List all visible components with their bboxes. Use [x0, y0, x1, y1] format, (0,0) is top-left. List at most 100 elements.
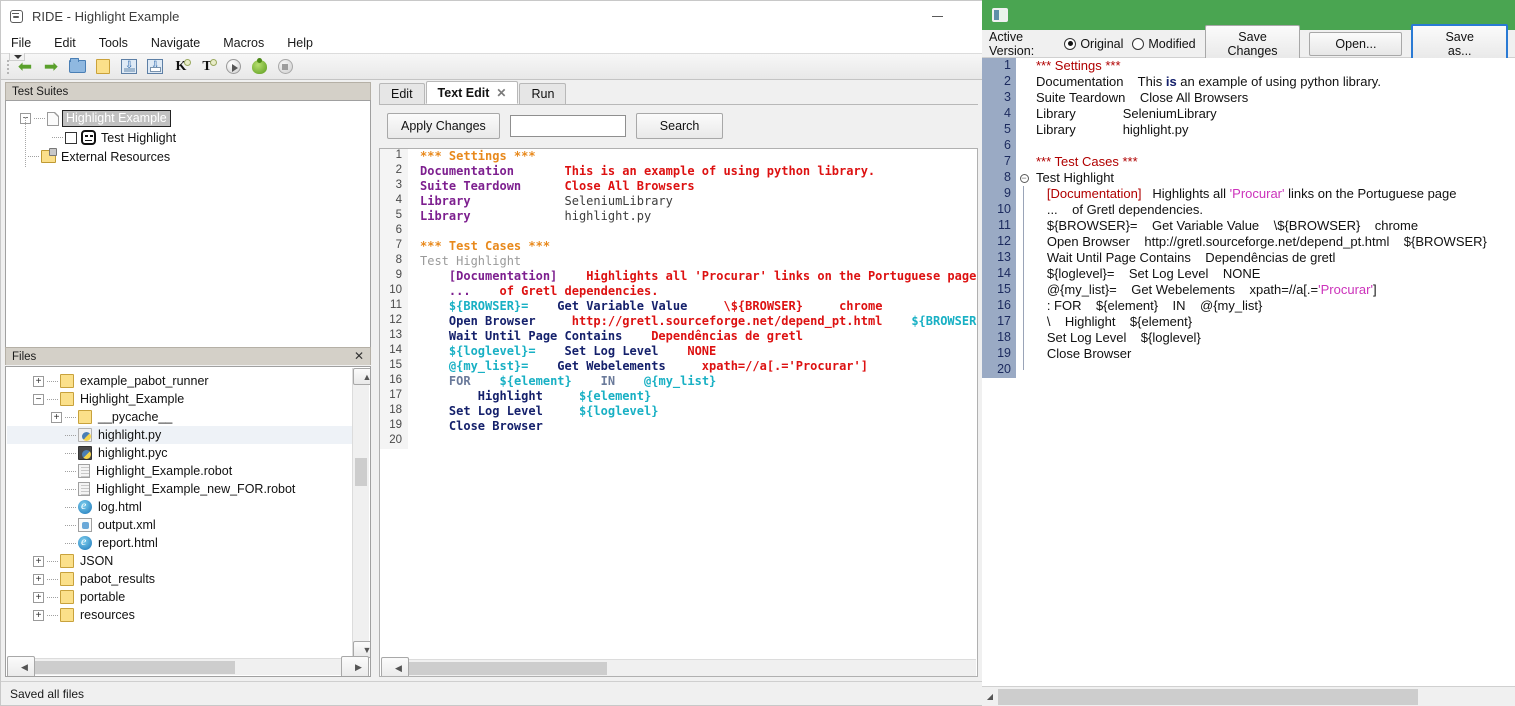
code-line[interactable]: 14 ${loglevel}= Set Log Level NONE: [380, 344, 977, 359]
horizontal-scroll-thumb[interactable]: [409, 662, 607, 675]
text-editor[interactable]: 1*** Settings ***2Documentation This is …: [379, 148, 978, 677]
fold-column[interactable]: [1016, 58, 1032, 74]
search-input[interactable]: [510, 115, 626, 137]
file-expander-icon[interactable]: +: [33, 556, 44, 567]
fold-column[interactable]: [1016, 330, 1032, 346]
diff-line[interactable]: 2Documentation This is an example of usi…: [982, 74, 1515, 90]
scroll-left-icon[interactable]: ◀: [7, 656, 35, 678]
save-button[interactable]: ⇩: [116, 55, 142, 79]
fold-column[interactable]: [1016, 106, 1032, 122]
fold-column[interactable]: [1016, 298, 1032, 314]
radio-modified[interactable]: Modified: [1132, 37, 1195, 51]
code-line[interactable]: 19 Close Browser: [380, 419, 977, 434]
code-line[interactable]: 2Documentation This is an example of usi…: [380, 164, 977, 179]
toolbar-grip[interactable]: [4, 56, 12, 78]
file-row[interactable]: highlight.py: [7, 426, 352, 444]
file-row[interactable]: Highlight_Example.robot: [7, 462, 352, 480]
radio-original[interactable]: Original: [1064, 37, 1123, 51]
file-row[interactable]: report.html: [7, 534, 352, 552]
code-line[interactable]: 16 FOR ${element} IN @{my_list}: [380, 374, 977, 389]
fold-column[interactable]: [1016, 282, 1032, 298]
code-line[interactable]: 17 Highlight ${element}: [380, 389, 977, 404]
file-row[interactable]: log.html: [7, 498, 352, 516]
fold-column[interactable]: [1016, 202, 1032, 218]
code-line[interactable]: 13 Wait Until Page Contains Dependências…: [380, 329, 977, 344]
minimize-button[interactable]: [914, 1, 960, 32]
diff-line[interactable]: 13 Wait Until Page Contains Dependências…: [982, 250, 1515, 266]
diff-line[interactable]: 15 @{my_list}= Get Webelements xpath=//a…: [982, 282, 1515, 298]
file-expander-icon[interactable]: +: [33, 376, 44, 387]
diff-line[interactable]: 17 \ Highlight ${element}: [982, 314, 1515, 330]
code-line[interactable]: 1*** Settings ***: [380, 149, 977, 164]
new-project-button[interactable]: [90, 55, 116, 79]
diff-line[interactable]: 12 Open Browser http://gretl.sourceforge…: [982, 234, 1515, 250]
apply-changes-button[interactable]: Apply Changes: [387, 113, 500, 139]
diff-line[interactable]: 7*** Test Cases ***: [982, 154, 1515, 170]
horizontal-scroll-thumb[interactable]: [998, 689, 1418, 705]
code-line[interactable]: 15 @{my_list}= Get Webelements xpath=//a…: [380, 359, 977, 374]
fold-column[interactable]: [1016, 362, 1032, 378]
diff-code-view[interactable]: 1*** Settings ***2Documentation This is …: [982, 58, 1515, 686]
tab-text-edit[interactable]: Text Edit ✕: [426, 81, 519, 104]
fold-column[interactable]: [1016, 138, 1032, 154]
horizontal-scroll-thumb[interactable]: [35, 661, 235, 674]
tree-node-external-resources[interactable]: External Resources: [6, 147, 370, 166]
scroll-right-icon[interactable]: ▶: [341, 656, 369, 678]
diff-line[interactable]: 9 [Documentation] Highlights all 'Procur…: [982, 186, 1515, 202]
tab-run[interactable]: Run: [519, 83, 566, 104]
file-row[interactable]: +JSON: [7, 552, 352, 570]
file-row[interactable]: +example_pabot_runner: [7, 372, 352, 390]
file-row[interactable]: output.xml: [7, 516, 352, 534]
forward-button[interactable]: ➡: [38, 55, 64, 79]
save-all-button[interactable]: ⇩: [142, 55, 168, 79]
code-lines[interactable]: 1*** Settings ***2Documentation This is …: [380, 149, 977, 657]
fold-column[interactable]: [1016, 250, 1032, 266]
diff-line[interactable]: 1*** Settings ***: [982, 58, 1515, 74]
menu-item-edit[interactable]: Edit: [54, 36, 76, 50]
files-list[interactable]: +example_pabot_runner−Highlight_Example +…: [7, 368, 352, 658]
diff-line[interactable]: 10 ... of Gretl dependencies.: [982, 202, 1515, 218]
fold-column[interactable]: [1016, 154, 1032, 170]
diff-line[interactable]: 18 Set Log Level ${loglevel}: [982, 330, 1515, 346]
code-line[interactable]: 5Library highlight.py: [380, 209, 977, 224]
diff-line[interactable]: 5Library highlight.py: [982, 122, 1515, 138]
diff-line[interactable]: 16 : FOR ${element} IN @{my_list}: [982, 298, 1515, 314]
tree-node-highlight-example[interactable]: − Highlight Example: [6, 109, 370, 128]
test-suites-tree[interactable]: − Highlight Example Test Highlight Exter…: [5, 100, 371, 364]
files-panel[interactable]: +example_pabot_runner−Highlight_Example +…: [5, 366, 371, 677]
fold-column[interactable]: [1016, 122, 1032, 138]
diff-line[interactable]: 3Suite Teardown Close All Browsers: [982, 90, 1515, 106]
code-line[interactable]: 20: [380, 434, 977, 449]
code-line[interactable]: 7*** Test Cases ***: [380, 239, 977, 254]
file-expander-icon[interactable]: +: [51, 412, 62, 423]
fold-column[interactable]: [1016, 74, 1032, 90]
code-line[interactable]: 11 ${BROWSER}= Get Variable Value \${BRO…: [380, 299, 977, 314]
menu-item-navigate[interactable]: Navigate: [151, 36, 200, 50]
editor-horizontal-scrollbar[interactable]: ◀: [381, 659, 976, 676]
diff-line[interactable]: 8−Test Highlight: [982, 170, 1515, 186]
diff-horizontal-scrollbar[interactable]: ◢: [982, 686, 1515, 706]
diff-line[interactable]: 11 ${BROWSER}= Get Variable Value \${BRO…: [982, 218, 1515, 234]
tab-edit[interactable]: Edit: [379, 83, 425, 104]
diff-code-lines[interactable]: 1*** Settings ***2Documentation This is …: [982, 58, 1515, 378]
menu-item-help[interactable]: Help: [287, 36, 313, 50]
fold-column[interactable]: [1016, 234, 1032, 250]
back-button[interactable]: ⬅: [12, 55, 38, 79]
menu-item-macros[interactable]: Macros: [223, 36, 264, 50]
diff-line[interactable]: 14 ${loglevel}= Set Log Level NONE: [982, 266, 1515, 282]
test-checkbox[interactable]: [65, 132, 77, 144]
scroll-grip-icon[interactable]: ◢: [982, 692, 998, 701]
open-button[interactable]: Open...: [1309, 32, 1402, 56]
diff-line[interactable]: 20: [982, 362, 1515, 378]
file-row[interactable]: +pabot_results: [7, 570, 352, 588]
code-line[interactable]: 9 [Documentation] Highlights all 'Procur…: [380, 269, 977, 284]
files-vertical-scrollbar[interactable]: ▲ ▼: [352, 368, 369, 658]
code-line[interactable]: 8Test Highlight: [380, 254, 977, 269]
file-expander-icon[interactable]: +: [33, 610, 44, 621]
save-changes-button[interactable]: Save Changes: [1205, 25, 1301, 63]
code-line[interactable]: 18 Set Log Level ${loglevel}: [380, 404, 977, 419]
menu-item-tools[interactable]: Tools: [99, 36, 128, 50]
scroll-up-icon[interactable]: ▲: [353, 368, 371, 385]
file-row[interactable]: −Highlight_Example: [7, 390, 352, 408]
code-line[interactable]: 4Library SeleniumLibrary: [380, 194, 977, 209]
